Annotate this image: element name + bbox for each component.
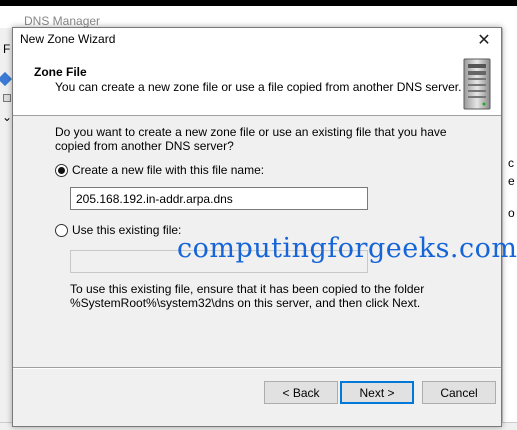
option-use-existing-file[interactable]: Use this existing file: [55, 223, 181, 237]
dns-manager-left-edge [0, 28, 12, 430]
watermark-text: computingforgeeks.com [177, 233, 517, 264]
right-panel-fragment-2: e [508, 174, 515, 188]
option-create-new-file-label: Create a new file with this file name: [72, 163, 265, 177]
back-button[interactable]: < Back [264, 381, 338, 404]
right-panel-fragment-3: o [508, 206, 515, 220]
tree-node-icon [3, 94, 11, 102]
existing-file-help-text: To use this existing file, ensure that i… [70, 282, 425, 310]
option-create-new-file[interactable]: Create a new file with this file name: [55, 163, 264, 177]
right-panel-fragment-1: c [508, 156, 514, 170]
dns-manager-menu-fragment: F [3, 42, 11, 56]
page-description: You can create a new zone file or use a … [55, 80, 462, 94]
page-title: Zone File [34, 65, 87, 79]
tree-expand-icon[interactable]: ⌄ [2, 110, 12, 124]
radio-unselected-icon[interactable] [55, 223, 68, 237]
wizard-header: Zone File You can create a new zone file… [13, 52, 501, 116]
option-use-existing-file-label: Use this existing file: [72, 223, 182, 237]
cancel-button[interactable]: Cancel [422, 381, 496, 404]
server-icon [463, 58, 491, 110]
new-file-name-input[interactable] [70, 187, 368, 210]
zone-file-question: Do you want to create a new zone file or… [55, 125, 447, 153]
close-icon[interactable]: ✕ [467, 28, 501, 52]
radio-selected-icon[interactable] [55, 163, 68, 177]
next-button[interactable]: Next > [340, 381, 414, 404]
button-separator [13, 367, 501, 369]
desktop-top-bar [0, 0, 517, 6]
dialog-titlebar: New Zone Wizard ✕ [13, 28, 501, 52]
new-zone-wizard-dialog: New Zone Wizard ✕ Zone File You can crea… [12, 27, 502, 427]
dialog-title: New Zone Wizard [20, 32, 116, 46]
dns-manager-right-panel [502, 28, 517, 430]
dns-manager-title: DNS Manager [24, 14, 101, 28]
